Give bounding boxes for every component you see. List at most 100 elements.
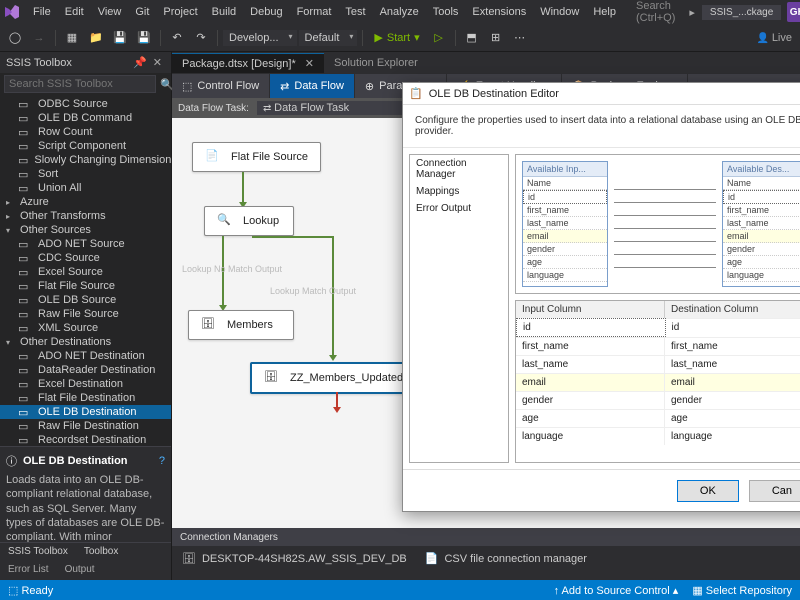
in-col-lastname[interactable]: last_name xyxy=(523,217,607,230)
menu-debug[interactable]: Debug xyxy=(243,3,289,21)
group-other-sources[interactable]: Other Sources xyxy=(0,223,171,237)
start-button[interactable]: ▶ Start ▾ xyxy=(368,29,425,46)
solution-selector[interactable]: SSIS_...ckage xyxy=(702,5,781,20)
save-all-icon[interactable]: 💾 xyxy=(133,27,155,49)
start-without-debug-icon[interactable]: ▷ xyxy=(428,27,450,49)
cm-item-2[interactable]: 📄CSV file connection manager xyxy=(425,552,587,565)
node-zz-members-updated[interactable]: 🗄ZZ_Members_Updated xyxy=(250,362,420,394)
add-source-control[interactable]: ↑ Add to Source Control ▴ xyxy=(554,584,679,597)
grid-out-1[interactable]: first_name xyxy=(665,337,800,355)
item-flatfile-dest[interactable]: ▭Flat File Destination xyxy=(0,391,171,405)
item-adonet-source[interactable]: ▭ADO NET Source xyxy=(0,237,171,251)
available-input-columns[interactable]: Available Inp... Name id first_name last… xyxy=(522,161,608,287)
in-col-id[interactable]: id xyxy=(523,190,607,204)
save-icon[interactable]: 💾 xyxy=(109,27,131,49)
cm-item-1[interactable]: 🗄DESKTOP-44SH82S.AW_SSIS_DEV_DB xyxy=(182,552,407,565)
toolbox-search-input[interactable] xyxy=(4,75,156,93)
in-col-firstname[interactable]: first_name xyxy=(523,204,607,217)
menu-tools[interactable]: Tools xyxy=(426,3,466,21)
in-col-gender[interactable]: gender xyxy=(523,243,607,256)
platform-dropdown[interactable]: Default xyxy=(299,30,358,46)
item-adonet-dest[interactable]: ▭ADO NET Destination xyxy=(0,349,171,363)
cm-header[interactable]: Connection Managers xyxy=(172,529,800,546)
out-col-language[interactable]: language xyxy=(723,269,800,282)
available-dest-columns[interactable]: Available Des... Name id first_name last… xyxy=(722,161,800,287)
in-col-email[interactable]: email xyxy=(523,230,607,243)
item-odbc-source[interactable]: ▭ODBC Source xyxy=(0,97,171,111)
menu-analyze[interactable]: Analyze xyxy=(373,3,426,21)
item-rawfile-dest[interactable]: ▭Raw File Destination xyxy=(0,419,171,433)
out-col-id[interactable]: id xyxy=(723,190,800,204)
side-connection-manager[interactable]: Connection Manager xyxy=(410,155,508,183)
doc-tab-package[interactable]: Package.dtsx [Design]* ✕ xyxy=(172,53,324,73)
menu-view[interactable]: View xyxy=(91,3,129,21)
doc-tab-close-icon[interactable]: ✕ xyxy=(305,58,314,70)
tab-error-list[interactable]: Error List xyxy=(0,562,57,580)
select-repository[interactable]: ▦ Select Repository xyxy=(692,584,792,597)
out-col-email[interactable]: email xyxy=(723,230,800,243)
in-col-language[interactable]: language xyxy=(523,269,607,282)
item-script-component[interactable]: ▭Script Component xyxy=(0,139,171,153)
nav-back-icon[interactable]: ◯ xyxy=(4,27,26,49)
item-flatfile-source[interactable]: ▭Flat File Source xyxy=(0,279,171,293)
grid-header-input[interactable]: Input Column xyxy=(516,301,665,318)
search-box[interactable]: Search (Ctrl+Q) xyxy=(629,0,682,27)
item-datareader-dest[interactable]: ▭DataReader Destination xyxy=(0,363,171,377)
group-other-transforms[interactable]: Other Transforms xyxy=(0,209,171,223)
user-avatar[interactable]: GH xyxy=(787,2,800,22)
item-recordset-dest[interactable]: ▭Recordset Destination xyxy=(0,433,171,446)
item-scd[interactable]: ▭Slowly Changing Dimension xyxy=(0,153,171,167)
arrow-match-v[interactable] xyxy=(332,236,334,356)
designer-tab-data-flow[interactable]: ⇄Data Flow xyxy=(270,74,355,98)
node-members[interactable]: 🗄Members xyxy=(188,310,294,340)
item-row-count[interactable]: ▭Row Count xyxy=(0,125,171,139)
item-union-all[interactable]: ▭Union All xyxy=(0,181,171,195)
menu-project[interactable]: Project xyxy=(156,3,204,21)
column-mapping-diagram[interactable]: Available Inp... Name id first_name last… xyxy=(515,154,800,294)
side-error-output[interactable]: Error Output xyxy=(410,200,508,217)
close-panel-icon[interactable]: ✕ xyxy=(150,56,165,69)
doc-tab-solution-explorer[interactable]: Solution Explorer xyxy=(324,54,428,72)
out-col-lastname[interactable]: last_name xyxy=(723,217,800,230)
out-col-gender[interactable]: gender xyxy=(723,243,800,256)
redo-icon[interactable]: ↷ xyxy=(190,27,212,49)
undo-icon[interactable]: ↶ xyxy=(166,27,188,49)
grid-in-2[interactable]: last_name xyxy=(516,355,665,373)
item-rawfile-source[interactable]: ▭Raw File Source xyxy=(0,307,171,321)
group-azure[interactable]: Azure xyxy=(0,195,171,209)
menu-help[interactable]: Help xyxy=(586,3,623,21)
out-col-firstname[interactable]: first_name xyxy=(723,204,800,217)
cancel-button[interactable]: Can xyxy=(749,480,800,502)
grid-out-0[interactable]: id xyxy=(666,318,800,337)
new-project-icon[interactable]: ▦ xyxy=(61,27,83,49)
grid-out-3[interactable]: email xyxy=(665,373,800,391)
item-oledb-dest[interactable]: ▭OLE DB Destination xyxy=(0,405,171,419)
node-flat-file-source[interactable]: 📄Flat File Source xyxy=(192,142,321,172)
node-lookup[interactable]: 🔍Lookup xyxy=(204,206,294,236)
live-share[interactable]: 👤 Live xyxy=(757,32,796,44)
grid-in-0[interactable]: id xyxy=(516,318,666,337)
ok-button[interactable]: OK xyxy=(677,480,739,502)
grid-out-2[interactable]: last_name xyxy=(665,355,800,373)
grid-header-dest[interactable]: Destination Column xyxy=(665,301,800,318)
toolbar-btn-1[interactable]: ⬒ xyxy=(461,27,483,49)
item-excel-dest[interactable]: ▭Excel Destination xyxy=(0,377,171,391)
in-col-age[interactable]: age xyxy=(523,256,607,269)
designer-tab-control-flow[interactable]: ⬚Control Flow xyxy=(172,74,270,98)
grid-in-6[interactable]: language xyxy=(516,427,665,445)
solution-config-dropdown[interactable]: Develop... xyxy=(223,30,297,46)
item-cdc-source[interactable]: ▭CDC Source xyxy=(0,251,171,265)
toolbar-btn-2[interactable]: ⊞ xyxy=(485,27,507,49)
grid-in-1[interactable]: first_name xyxy=(516,337,665,355)
tab-toolbox[interactable]: Toolbox xyxy=(76,543,126,562)
grid-in-3[interactable]: email xyxy=(516,373,665,391)
item-oledb-command[interactable]: ▭OLE DB Command xyxy=(0,111,171,125)
menu-git[interactable]: Git xyxy=(128,3,156,21)
menu-file[interactable]: File xyxy=(26,3,58,21)
arrow-1[interactable] xyxy=(242,172,244,202)
menu-edit[interactable]: Edit xyxy=(58,3,91,21)
item-oledb-source[interactable]: ▭OLE DB Source xyxy=(0,293,171,307)
side-mappings[interactable]: Mappings xyxy=(410,183,508,200)
arrow-error[interactable] xyxy=(336,392,338,408)
mapping-grid[interactable]: Input Column Destination Column idid fir… xyxy=(515,300,800,463)
